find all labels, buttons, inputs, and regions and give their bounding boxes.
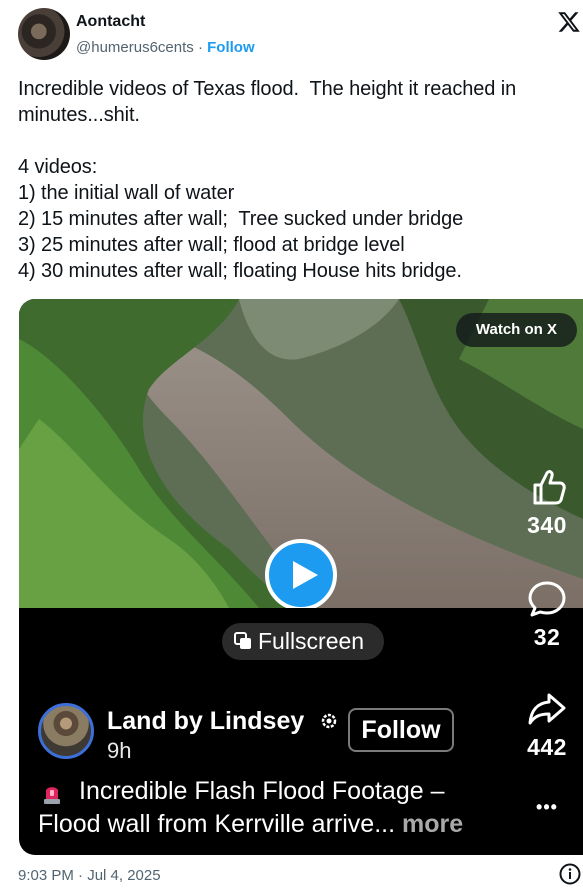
author-name[interactable]: Aontacht	[76, 13, 145, 31]
author-avatar[interactable]	[18, 8, 70, 60]
tweet-timestamp[interactable]: 9:03 PM · Jul 4, 2025	[18, 867, 161, 884]
tweet-text: Incredible videos of Texas flood. The he…	[18, 78, 517, 282]
follow-link[interactable]: Follow	[207, 39, 255, 56]
author-handle[interactable]: @humerus6cents	[76, 39, 194, 56]
play-button[interactable]	[265, 539, 337, 608]
info-icon[interactable]	[559, 863, 581, 885]
thumbs-up-icon	[533, 470, 566, 505]
creator-avatar[interactable]	[38, 703, 94, 759]
video-thumbnail[interactable]: Watch on X	[19, 299, 583, 608]
creator-follow-button[interactable]: Follow	[348, 708, 454, 752]
like-count: 340	[527, 512, 567, 538]
tweet-header: Aontacht @humerus6cents · Follow	[0, 0, 583, 70]
like-action[interactable]: 340	[517, 467, 577, 539]
caption-more-link[interactable]: more	[402, 810, 463, 838]
caption-line-2: Flood wall from Kerrville arrive... more	[38, 810, 463, 839]
handle-separator: ·	[197, 39, 203, 56]
comment-action[interactable]: 32	[517, 579, 577, 651]
fullscreen-label: Fullscreen	[258, 628, 365, 654]
more-options-button[interactable]: •••	[517, 797, 577, 818]
watch-on-x-button[interactable]: Watch on X	[455, 313, 577, 347]
siren-emoji-icon	[44, 787, 60, 804]
comment-count: 32	[533, 624, 561, 650]
share-count: 442	[527, 734, 567, 760]
share-arrow-icon	[528, 693, 566, 725]
verified-badge-icon	[321, 713, 337, 729]
x-logo-icon[interactable]	[557, 10, 581, 34]
more-dots-icon: •••	[536, 797, 558, 817]
comment-bubble-icon	[528, 581, 566, 617]
caption-line-1: Incredible Flash Flood Footage –	[79, 777, 445, 805]
fullscreen-icon	[234, 632, 251, 649]
caption-line-2-text: Flood wall from Kerrville arrive...	[38, 810, 396, 838]
fullscreen-button[interactable]: Fullscreen	[222, 623, 384, 660]
creator-name[interactable]: Land by Lindsey	[107, 707, 304, 736]
play-icon	[293, 561, 318, 589]
share-action[interactable]: 442	[517, 689, 577, 761]
video-card[interactable]: Watch on X 340 32 442 ••• Fullscreen Lan…	[19, 299, 583, 855]
creator-post-time: 9h	[107, 738, 132, 763]
author-handle-row: @humerus6cents · Follow	[76, 39, 255, 56]
